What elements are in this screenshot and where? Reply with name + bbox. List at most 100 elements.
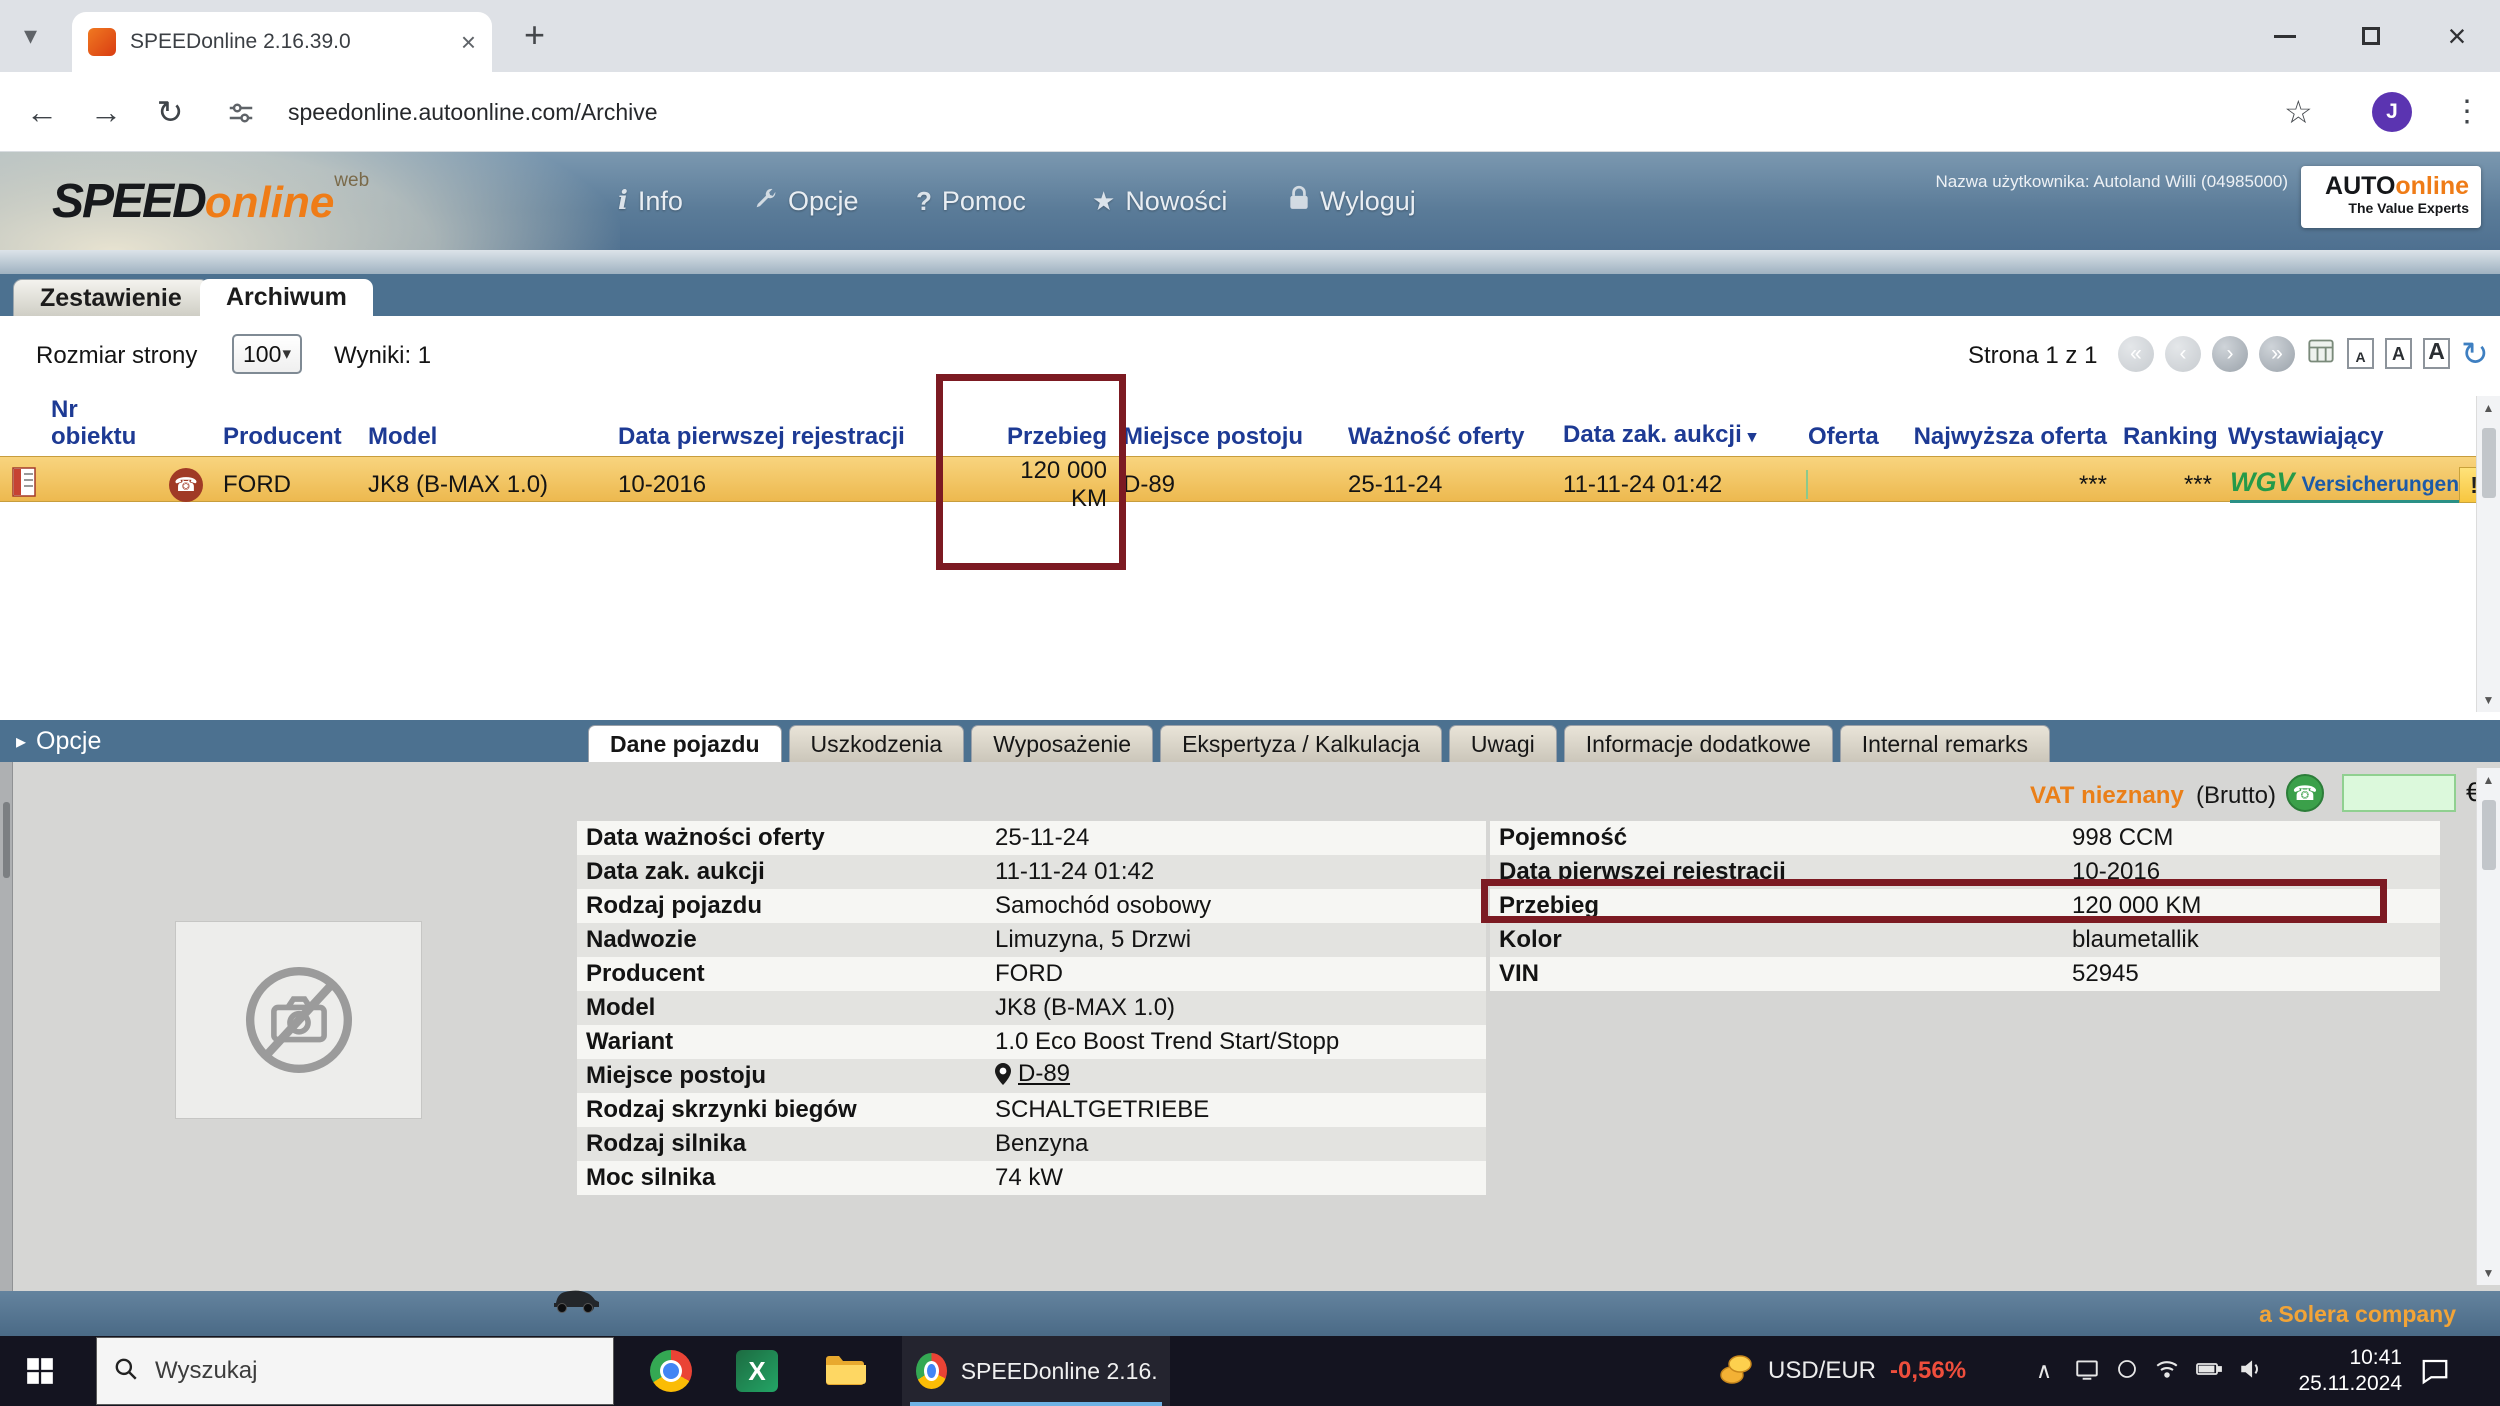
minimize-button[interactable] [2242, 0, 2328, 72]
nav-item-info[interactable]: i Info [618, 152, 683, 250]
nav-item-pomoc[interactable]: ? Pomoc [916, 152, 1026, 250]
reload-button[interactable]: ↻ [144, 72, 196, 152]
tab-zestawienie[interactable]: Zestawienie [13, 279, 209, 316]
tray-expand-icon[interactable]: ∧ [2036, 1336, 2052, 1406]
start-button[interactable] [26, 1357, 54, 1390]
kv-row: Moc silnika74 kW [577, 1161, 1486, 1195]
tab-informacje-dodatkowe[interactable]: Informacje dodatkowe [1564, 725, 1833, 762]
nav-item-opcje[interactable]: Opcje [752, 152, 859, 250]
page-size-select[interactable]: 100 ▾ [232, 334, 302, 374]
volume-icon[interactable] [2238, 1356, 2264, 1387]
tab-ekspertyza-kalkulacja[interactable]: Ekspertyza / Kalkulacja [1160, 725, 1442, 762]
scroll-up-icon[interactable]: ▲ [2483, 401, 2495, 415]
nav-item-nowosci[interactable]: ★ Nowości [1092, 152, 1227, 250]
tab-wyposazenie[interactable]: Wyposażenie [971, 725, 1153, 762]
taskbar-search[interactable] [96, 1337, 614, 1405]
pen-input-icon[interactable] [2074, 1356, 2100, 1387]
kv-label: Wariant [577, 1028, 993, 1056]
col-ranking[interactable]: Ranking [2117, 423, 2222, 450]
currency-change: -0,56% [1890, 1357, 1966, 1385]
cell-offer[interactable] [1802, 471, 1892, 499]
tab-internal-remarks[interactable]: Internal remarks [1840, 725, 2050, 762]
maximize-button[interactable] [2328, 0, 2414, 72]
phone-contact-icon[interactable]: ☎ [2286, 774, 2324, 812]
col-producent[interactable]: Producent [217, 423, 362, 450]
speedonline-favicon [88, 28, 116, 56]
font-size-small-button[interactable]: A [2347, 338, 2374, 369]
scrollbar-thumb[interactable] [2482, 428, 2496, 498]
font-size-large-button[interactable]: A [2423, 338, 2450, 369]
scrollbar-thumb[interactable] [2482, 800, 2496, 870]
font-size-medium-button[interactable]: A [2385, 338, 2412, 369]
wifi-icon[interactable] [2154, 1356, 2180, 1387]
tab-close-icon[interactable]: × [461, 27, 476, 58]
url-field[interactable]: speedonline.autoonline.com/Archive [288, 72, 658, 152]
currency-widget[interactable]: USD/EUR -0,56% [1718, 1336, 1966, 1406]
cell-model: JK8 (B-MAX 1.0) [362, 471, 612, 499]
col-wystawiajacy[interactable]: Wystawiający [2222, 423, 2476, 450]
last-page-button[interactable]: » [2259, 336, 2295, 372]
address-bar: ← → ↻ speedonline.autoonline.com/Archive… [0, 72, 2500, 152]
table-row[interactable]: ☎ FORD JK8 (B-MAX 1.0) 10-2016 120 000 K… [0, 456, 2476, 502]
kv-label: Producent [577, 960, 993, 988]
scroll-up-icon[interactable]: ▲ [2483, 773, 2495, 787]
tab-dane-pojazdu[interactable]: Dane pojazdu [588, 725, 782, 762]
onedrive-icon[interactable] [2115, 1357, 2139, 1386]
opcje-toggle[interactable]: ▸ Opcje [16, 720, 101, 762]
browser-menu-icon[interactable]: ⋮ [2452, 72, 2482, 152]
file-explorer-icon[interactable] [824, 1353, 866, 1392]
splitter-handle[interactable] [3, 802, 10, 878]
offer-amount-input[interactable] [2342, 774, 2456, 812]
action-center-icon[interactable] [2420, 1356, 2450, 1391]
cell-offer-validity: 25-11-24 [1342, 471, 1557, 499]
back-button[interactable]: ← [16, 72, 68, 152]
tab-archiwum-label: Archiwum [226, 283, 347, 312]
col-nr-obiektu[interactable]: Nr obiektu [45, 396, 157, 450]
phone-badge[interactable]: ☎ [157, 468, 217, 502]
tab-uszkodzenia[interactable]: Uszkodzenia [789, 725, 965, 762]
window-controls: × [2242, 0, 2500, 72]
close-window-button[interactable]: × [2414, 0, 2500, 72]
tab-uwagi[interactable]: Uwagi [1449, 725, 1557, 762]
refresh-icon[interactable]: ↻ [2461, 334, 2489, 373]
kv-value: 52945 [2070, 960, 2440, 988]
chrome-app-icon [916, 1353, 947, 1389]
new-tab-button[interactable]: + [524, 14, 545, 56]
offer-input-box[interactable] [1806, 470, 1808, 499]
col-model[interactable]: Model [362, 423, 612, 450]
search-input[interactable] [155, 1357, 597, 1385]
site-info-icon[interactable] [226, 98, 256, 133]
scroll-down-icon[interactable]: ▼ [2483, 1266, 2495, 1280]
active-app-button[interactable]: SPEEDonline 2.16.3... [902, 1336, 1170, 1406]
tab-search-icon[interactable]: ▾ [24, 20, 37, 51]
battery-icon[interactable] [2195, 1356, 2223, 1387]
table-scrollbar[interactable]: ▲ ▼ [2476, 396, 2500, 712]
location-link[interactable]: D-89 [995, 1060, 1070, 1088]
first-page-button[interactable]: « [2118, 336, 2154, 372]
col-najwyzsza-oferta[interactable]: Najwyższa oferta [1892, 423, 2117, 450]
wgv-logo[interactable]: WGV Versicherungen [2230, 467, 2459, 503]
scroll-down-icon[interactable]: ▼ [2483, 693, 2495, 707]
col-oferta[interactable]: Oferta [1802, 423, 1892, 450]
kv-label: Pojemność [1490, 824, 2070, 852]
details-scrollbar[interactable]: ▲ ▼ [2476, 768, 2500, 1285]
col-miejsce-postoju[interactable]: Miejsce postoju [1117, 423, 1342, 450]
export-icon[interactable] [2306, 337, 2336, 370]
next-page-button[interactable]: › [2212, 336, 2248, 372]
browser-tab[interactable]: SPEEDonline 2.16.39.0 × [72, 12, 492, 72]
excel-taskbar-icon[interactable]: X [736, 1350, 778, 1392]
profile-avatar[interactable]: J [2372, 92, 2412, 132]
taskbar-clock[interactable]: 10:41 25.11.2024 [2296, 1345, 2402, 1397]
prev-page-button[interactable]: ‹ [2165, 336, 2201, 372]
chrome-taskbar-icon[interactable] [650, 1350, 692, 1392]
help-icon: ? [916, 186, 932, 217]
nav-item-wyloguj[interactable]: Wyloguj [1288, 152, 1416, 250]
forward-button[interactable]: → [80, 72, 132, 152]
col-data-zak-aukcji[interactable]: Data zak. aukcji▾ [1557, 421, 1802, 450]
tab-archiwum[interactable]: Archiwum [200, 279, 373, 316]
windows-taskbar: X SPEEDonline 2.16.3... USD/EUR -0,56% ∧… [0, 1336, 2500, 1406]
nav-label-wyloguj: Wyloguj [1320, 186, 1416, 217]
bookmark-star-icon[interactable]: ☆ [2284, 72, 2313, 152]
col-waznosc-oferty[interactable]: Ważność oferty [1342, 423, 1557, 450]
panel-splitter[interactable] [0, 762, 13, 1291]
